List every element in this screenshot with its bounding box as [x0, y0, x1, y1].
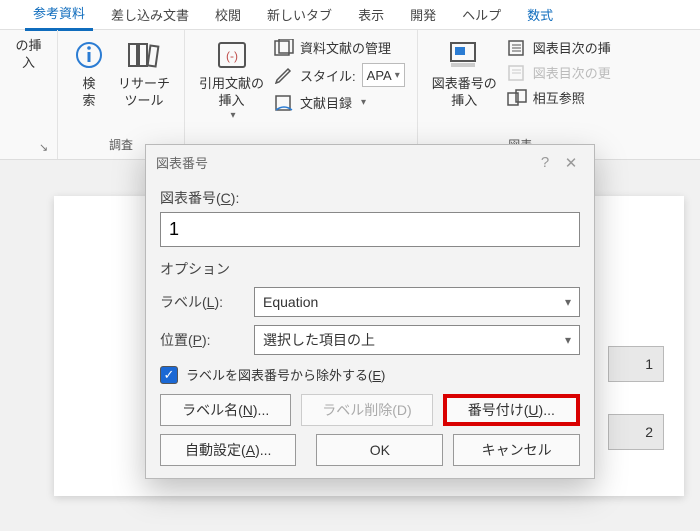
crossref-button[interactable]: 相互参照	[507, 88, 611, 107]
tab-new[interactable]: 新しいタブ	[259, 0, 340, 30]
citation-icon: (-)	[215, 38, 249, 72]
tab-developer[interactable]: 開発	[402, 0, 444, 30]
new-label-button[interactable]: ラベル名(N)...	[160, 394, 291, 426]
tof-update-icon	[507, 64, 527, 82]
insert-caption-button[interactable]: 図表番号の 挿入	[426, 34, 503, 110]
tab-help[interactable]: ヘルプ	[454, 0, 509, 30]
insert-citation-button[interactable]: (-) 引用文献の 挿入 ▾	[193, 34, 270, 121]
label-label: ラベル(L):	[160, 292, 242, 312]
exclude-label: ラベルを図表番号から除外する(E)	[186, 365, 385, 384]
svg-text:(-): (-)	[226, 49, 238, 63]
pencil-icon	[274, 66, 294, 84]
options-heading: オプション	[160, 259, 580, 279]
table-cell[interactable]: 2	[608, 414, 664, 450]
dialog-title: 図表番号	[156, 153, 208, 172]
delete-label-button: ラベル削除(D)	[301, 394, 432, 426]
exclude-checkbox[interactable]: ✓	[160, 366, 178, 384]
position-combo[interactable]: 選択した項目の上 ▾	[254, 325, 580, 355]
tab-mailings[interactable]: 差し込み文書	[103, 0, 197, 30]
insert-footnote-partial[interactable]: の挿入	[8, 34, 49, 72]
research-tool-button[interactable]: リサーチ ツール	[112, 34, 176, 110]
numbering-button[interactable]: 番号付け(U)...	[443, 394, 580, 426]
search-button[interactable]: 検 索	[66, 34, 112, 110]
caption-input[interactable]	[160, 212, 580, 247]
bibliography-icon	[274, 94, 294, 112]
chevron-down-icon: ▾	[395, 70, 400, 81]
books-icon	[127, 38, 161, 72]
caption-icon	[447, 38, 481, 72]
bibliography-button[interactable]: 文献目録 ▾	[274, 93, 405, 112]
tab-equation[interactable]: 数式	[519, 0, 561, 30]
info-icon	[72, 38, 106, 72]
style-select[interactable]: スタイル: APA ▾	[274, 63, 405, 87]
tab-review[interactable]: 校閲	[207, 0, 249, 30]
update-tof-button[interactable]: 図表目次の更	[507, 63, 611, 82]
label-combo[interactable]: Equation ▾	[254, 287, 580, 317]
chevron-down-icon: ▾	[565, 295, 571, 309]
table-cell[interactable]: 1	[608, 346, 664, 382]
manage-sources-button[interactable]: 資料文献の管理	[274, 38, 405, 57]
crossref-icon	[507, 89, 527, 107]
tab-references[interactable]: 参考資料	[25, 0, 93, 31]
group-launcher-icon[interactable]: ↘	[39, 141, 53, 155]
close-button[interactable]: ✕	[558, 154, 584, 172]
help-button[interactable]: ?	[532, 154, 558, 171]
position-label: 位置(P):	[160, 330, 242, 350]
chevron-down-icon: ▾	[231, 110, 236, 121]
caption-dialog: 図表番号 ? ✕ 図表番号(C): オプション ラベル(L): Equation…	[145, 144, 595, 479]
cancel-button[interactable]: キャンセル	[453, 434, 580, 466]
tab-view[interactable]: 表示	[350, 0, 392, 30]
caption-field-label: 図表番号(C):	[160, 188, 580, 208]
sources-icon	[274, 39, 294, 57]
insert-tof-button[interactable]: 図表目次の挿	[507, 38, 611, 57]
ok-button[interactable]: OK	[316, 434, 443, 466]
chevron-down-icon: ▾	[361, 97, 366, 108]
tof-icon	[507, 39, 527, 57]
chevron-down-icon: ▾	[565, 333, 571, 347]
autocaption-button[interactable]: 自動設定(A)...	[160, 434, 296, 466]
